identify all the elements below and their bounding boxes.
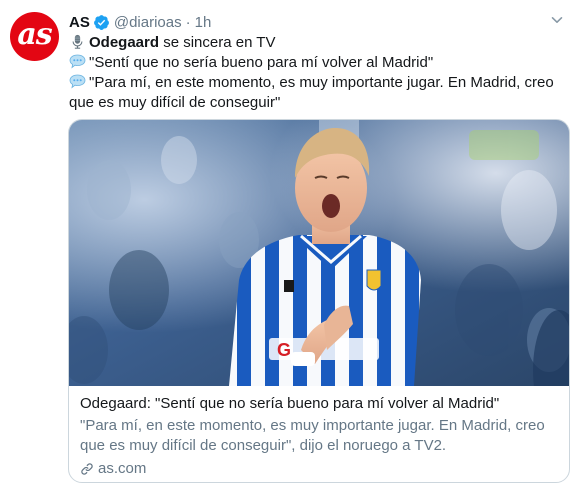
tweet-timestamp[interactable]: 1h — [195, 14, 212, 31]
avatar[interactable]: as — [10, 12, 59, 61]
link-card[interactable]: G Odegaard: "Sentí que no sería bueno pa… — [68, 119, 570, 483]
tweet[interactable]: as AS @diarioas · 1h Odegaard se sincera… — [0, 0, 572, 483]
quote-text-1: "Sentí que no sería bueno para mí volver… — [89, 54, 434, 71]
headline-text: se sincera en TV — [159, 34, 276, 51]
author-handle[interactable]: @diarioas — [114, 14, 182, 31]
quote-line-1: "Sentí que no sería bueno para mí volver… — [69, 53, 564, 73]
speech-balloon-icon — [69, 74, 86, 89]
headline-bold[interactable]: Odegaard — [89, 34, 159, 51]
avatar-logo-text: as — [17, 16, 52, 52]
card-domain[interactable]: as.com — [80, 459, 560, 479]
author-name[interactable]: AS — [69, 14, 90, 31]
chevron-down-icon[interactable] — [551, 14, 563, 26]
separator-dot: · — [185, 13, 191, 31]
card-domain-text: as.com — [98, 460, 147, 477]
tweet-header: AS @diarioas · 1h — [69, 11, 211, 33]
verified-badge-icon — [93, 14, 109, 30]
microphone-icon — [72, 34, 83, 49]
link-icon — [81, 463, 93, 475]
quote-text-2: "Para mí, en este momento, es muy import… — [69, 74, 554, 111]
headline-line: Odegaard se sincera en TV — [69, 33, 564, 53]
svg-text:G: G — [277, 340, 291, 360]
quote-line-2: "Para mí, en este momento, es muy import… — [69, 73, 564, 113]
tweet-text: Odegaard se sincera en TV "Sentí que no … — [69, 33, 564, 113]
card-text[interactable]: Odegaard: "Sentí que no sería bueno para… — [80, 394, 560, 479]
speech-balloon-icon — [69, 54, 86, 69]
card-photo[interactable]: G — [69, 120, 570, 386]
card-description: "Para mí, en este momento, es muy import… — [80, 417, 545, 454]
card-title[interactable]: Odegaard: "Sentí que no sería bueno para… — [80, 394, 560, 414]
